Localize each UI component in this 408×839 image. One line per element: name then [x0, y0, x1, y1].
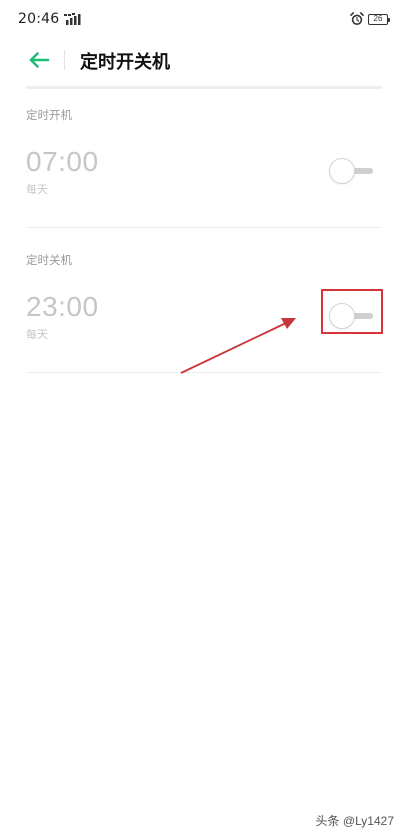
status-time: 20:46 [18, 11, 60, 27]
toggle-knob [329, 158, 355, 184]
schedule-on-time[interactable]: 07:00 [26, 146, 99, 178]
header-rule [26, 86, 382, 89]
annotation-arrow-icon [180, 318, 296, 374]
row-divider [26, 227, 382, 228]
alarm-clock-icon [350, 12, 364, 25]
back-button[interactable] [26, 47, 52, 73]
schedule-off-time[interactable]: 23:00 [26, 291, 99, 323]
schedule-on-toggle[interactable] [329, 158, 375, 184]
status-right-icons: 26 [350, 11, 390, 27]
page-title: 定时开关机 [80, 52, 170, 73]
schedule-off-repeat: 每天 [26, 328, 48, 341]
arrow-left-icon [29, 52, 50, 68]
battery-icon: 26 [368, 13, 390, 25]
app-header: 定时开关机 [0, 40, 408, 80]
schedule-off-label: 定时关机 [26, 253, 72, 267]
schedule-on-repeat: 每天 [26, 183, 48, 196]
status-bar: 20:46 26 [0, 0, 408, 38]
signal-icon [64, 13, 81, 25]
watermark: 头条 @Ly1427 [315, 814, 394, 828]
schedule-on-label: 定时开机 [26, 108, 72, 122]
header-divider [64, 50, 65, 70]
annotation-highlight-box [321, 289, 383, 334]
battery-level: 26 [373, 14, 383, 23]
row-divider [26, 372, 382, 373]
